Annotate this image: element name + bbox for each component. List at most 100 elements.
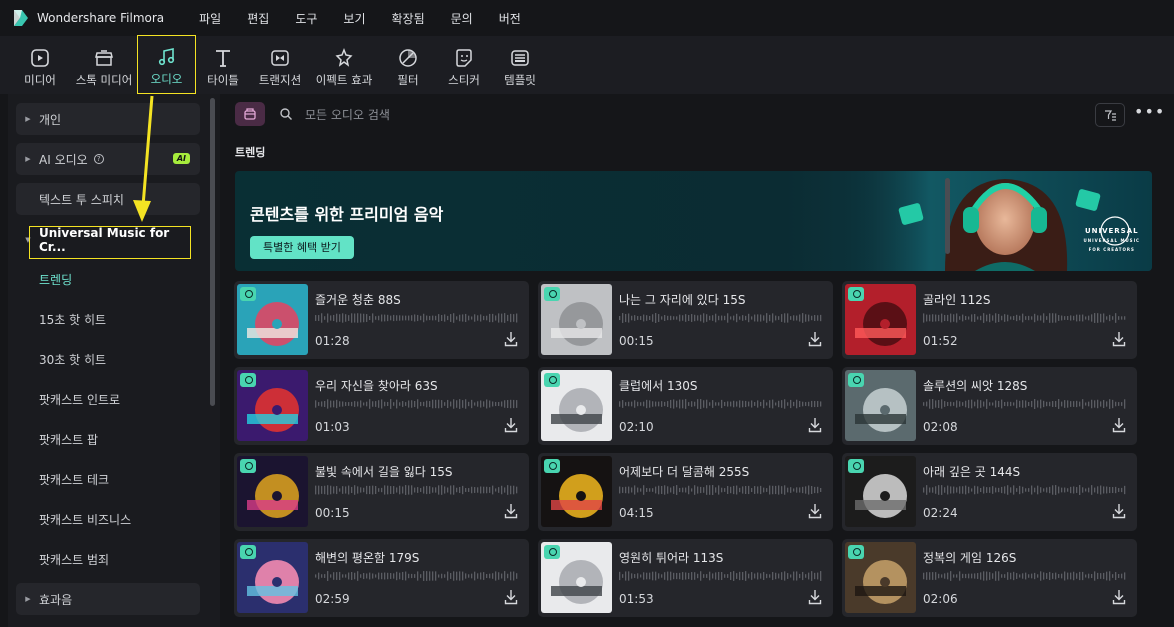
tab-stock-media[interactable]: 스톡 미디어	[68, 36, 140, 94]
track-waveform[interactable]	[619, 570, 824, 582]
download-icon[interactable]	[504, 589, 518, 605]
track-title: 우리 자신을 찾아라 63S	[315, 379, 438, 393]
effects-icon	[333, 47, 355, 69]
tab-stickers[interactable]: 스티커	[443, 36, 485, 94]
menu-tools[interactable]: 도구	[295, 10, 317, 27]
track-card[interactable]: 클럽에서 130S 02:10	[538, 367, 833, 445]
universal-brand-logo: UNIVERSAL UNIVERSAL MUSIC FOR CREATORS	[1083, 227, 1140, 252]
track-card[interactable]: 아래 깊은 곳 144S 02:24	[842, 453, 1137, 531]
caret-right-icon: ▶	[25, 595, 31, 603]
download-icon[interactable]	[504, 503, 518, 519]
track-album-art	[541, 284, 612, 355]
track-waveform[interactable]	[923, 398, 1128, 410]
sidebar-item-text-to-speech[interactable]: 텍스트 투 스피치	[16, 183, 200, 215]
track-card[interactable]: 영원히 튀어라 113S 01:53	[538, 539, 833, 617]
track-title: 해변의 평온함 179S	[315, 551, 420, 565]
track-waveform[interactable]	[315, 312, 520, 324]
more-options-icon[interactable]: •••	[1134, 103, 1164, 127]
sidebar-item-podcast-intro[interactable]: 팟캐스트 인트로	[16, 383, 200, 415]
sidebar-item-15s-hits[interactable]: 15초 핫 히트	[16, 303, 200, 335]
track-waveform[interactable]	[315, 484, 520, 496]
banner-offer-button[interactable]: 특별한 혜택 받기	[250, 236, 354, 259]
menu-version[interactable]: 버전	[499, 10, 521, 27]
search-input[interactable]: 모든 오디오 검색	[305, 106, 390, 123]
track-waveform[interactable]	[315, 398, 520, 410]
caret-right-icon: ▶	[25, 155, 31, 163]
download-icon[interactable]	[808, 417, 822, 433]
track-waveform[interactable]	[619, 312, 824, 324]
tab-templates[interactable]: 템플릿	[498, 36, 542, 94]
template-icon	[509, 47, 531, 69]
download-icon[interactable]	[1112, 589, 1126, 605]
sidebar-item-podcast-business[interactable]: 팟캐스트 비즈니스	[16, 503, 200, 535]
track-card[interactable]: 해변의 평온함 179S 02:59	[234, 539, 529, 617]
track-card[interactable]: 솔루션의 씨앗 128S 02:08	[842, 367, 1137, 445]
track-duration: 01:52	[923, 334, 958, 348]
tab-audio[interactable]: 오디오	[137, 35, 196, 94]
track-waveform[interactable]	[923, 484, 1128, 496]
download-icon[interactable]	[1112, 503, 1126, 519]
banner-artwork: UNIVERSAL UNIVERSAL MUSIC FOR CREATORS	[835, 171, 1152, 271]
download-icon[interactable]	[504, 331, 518, 347]
promo-banner[interactable]: 콘텐츠를 위한 프리미엄 음악 특별한 혜택 받기 UNIVERSAL UNIV…	[235, 171, 1152, 271]
track-duration: 02:59	[315, 592, 350, 606]
track-album-art	[237, 370, 308, 441]
sidebar-item-ai-audio[interactable]: ▶ AI 오디오 ? AI	[16, 143, 200, 175]
menu-file[interactable]: 파일	[199, 10, 221, 27]
sidebar-item-trending[interactable]: 트렌딩	[16, 263, 200, 295]
library-icon	[244, 108, 256, 120]
filter-sort-button[interactable]	[1095, 103, 1125, 127]
tab-transitions[interactable]: 트랜지션	[252, 36, 308, 94]
download-icon[interactable]	[1112, 331, 1126, 347]
track-waveform[interactable]	[923, 570, 1128, 582]
universal-track-badge-icon	[240, 459, 256, 473]
help-icon[interactable]: ?	[93, 154, 104, 164]
track-title: 영원히 튀어라 113S	[619, 551, 724, 565]
track-waveform[interactable]	[315, 570, 520, 582]
content-scrollbar[interactable]	[945, 178, 950, 254]
search-bar: 모든 오디오 검색	[235, 102, 390, 126]
menu-view[interactable]: 보기	[343, 10, 365, 27]
download-icon[interactable]	[1112, 417, 1126, 433]
download-icon[interactable]	[808, 331, 822, 347]
track-waveform[interactable]	[923, 312, 1128, 324]
universal-track-badge-icon	[544, 545, 560, 559]
title-bar: Wondershare Filmora 파일 편집 도구 보기 확장됨 문의 버…	[0, 0, 1174, 36]
track-card[interactable]: 어제보다 더 달콤해 255S 04:15	[538, 453, 833, 531]
tab-media[interactable]: 미디어	[16, 36, 64, 94]
sidebar-item-podcast-crime[interactable]: 팟캐스트 범죄	[16, 543, 200, 575]
tab-effects[interactable]: 이펙트 효과	[311, 36, 377, 94]
menu-help[interactable]: 문의	[451, 10, 473, 27]
track-duration: 04:15	[619, 506, 654, 520]
track-title: 나는 그 자리에 있다 15S	[619, 293, 746, 307]
track-title: 즐거운 청춘 88S	[315, 293, 401, 307]
filter-icon	[397, 47, 419, 69]
track-card[interactable]: 나는 그 자리에 있다 15S 00:15	[538, 281, 833, 359]
sidebar-item-30s-hits[interactable]: 30초 핫 히트	[16, 343, 200, 375]
sidebar-item-podcast-tech[interactable]: 팟캐스트 테크	[16, 463, 200, 495]
universal-track-badge-icon	[240, 287, 256, 301]
sidebar-item-personal[interactable]: ▶ 개인	[16, 103, 200, 135]
sidebar-item-sound-effects[interactable]: ▶ 효과음	[16, 583, 200, 615]
track-album-art	[845, 370, 916, 441]
track-card[interactable]: 즐거운 청춘 88S 01:28	[234, 281, 529, 359]
menu-extensions[interactable]: 확장됨	[392, 10, 425, 27]
track-card[interactable]: 불빛 속에서 길을 잃다 15S 00:15	[234, 453, 529, 531]
download-icon[interactable]	[504, 417, 518, 433]
track-album-art	[541, 456, 612, 527]
tab-titles[interactable]: 타이틀	[200, 36, 246, 94]
download-icon[interactable]	[808, 589, 822, 605]
sidebar-item-podcast-pop[interactable]: 팟캐스트 팝	[16, 423, 200, 455]
track-card[interactable]: 우리 자신을 찾아라 63S 01:03	[234, 367, 529, 445]
track-card[interactable]: 골라인 112S 01:52	[842, 281, 1137, 359]
title-icon	[212, 47, 234, 69]
menu-edit[interactable]: 편집	[247, 10, 269, 27]
track-album-art	[237, 542, 308, 613]
track-waveform[interactable]	[619, 398, 824, 410]
track-waveform[interactable]	[619, 484, 824, 496]
track-card[interactable]: 정복의 게임 126S 02:06	[842, 539, 1137, 617]
download-icon[interactable]	[808, 503, 822, 519]
sidebar-scrollbar[interactable]	[210, 98, 215, 406]
library-button[interactable]	[235, 102, 265, 126]
tab-filters[interactable]: 필터	[390, 36, 426, 94]
